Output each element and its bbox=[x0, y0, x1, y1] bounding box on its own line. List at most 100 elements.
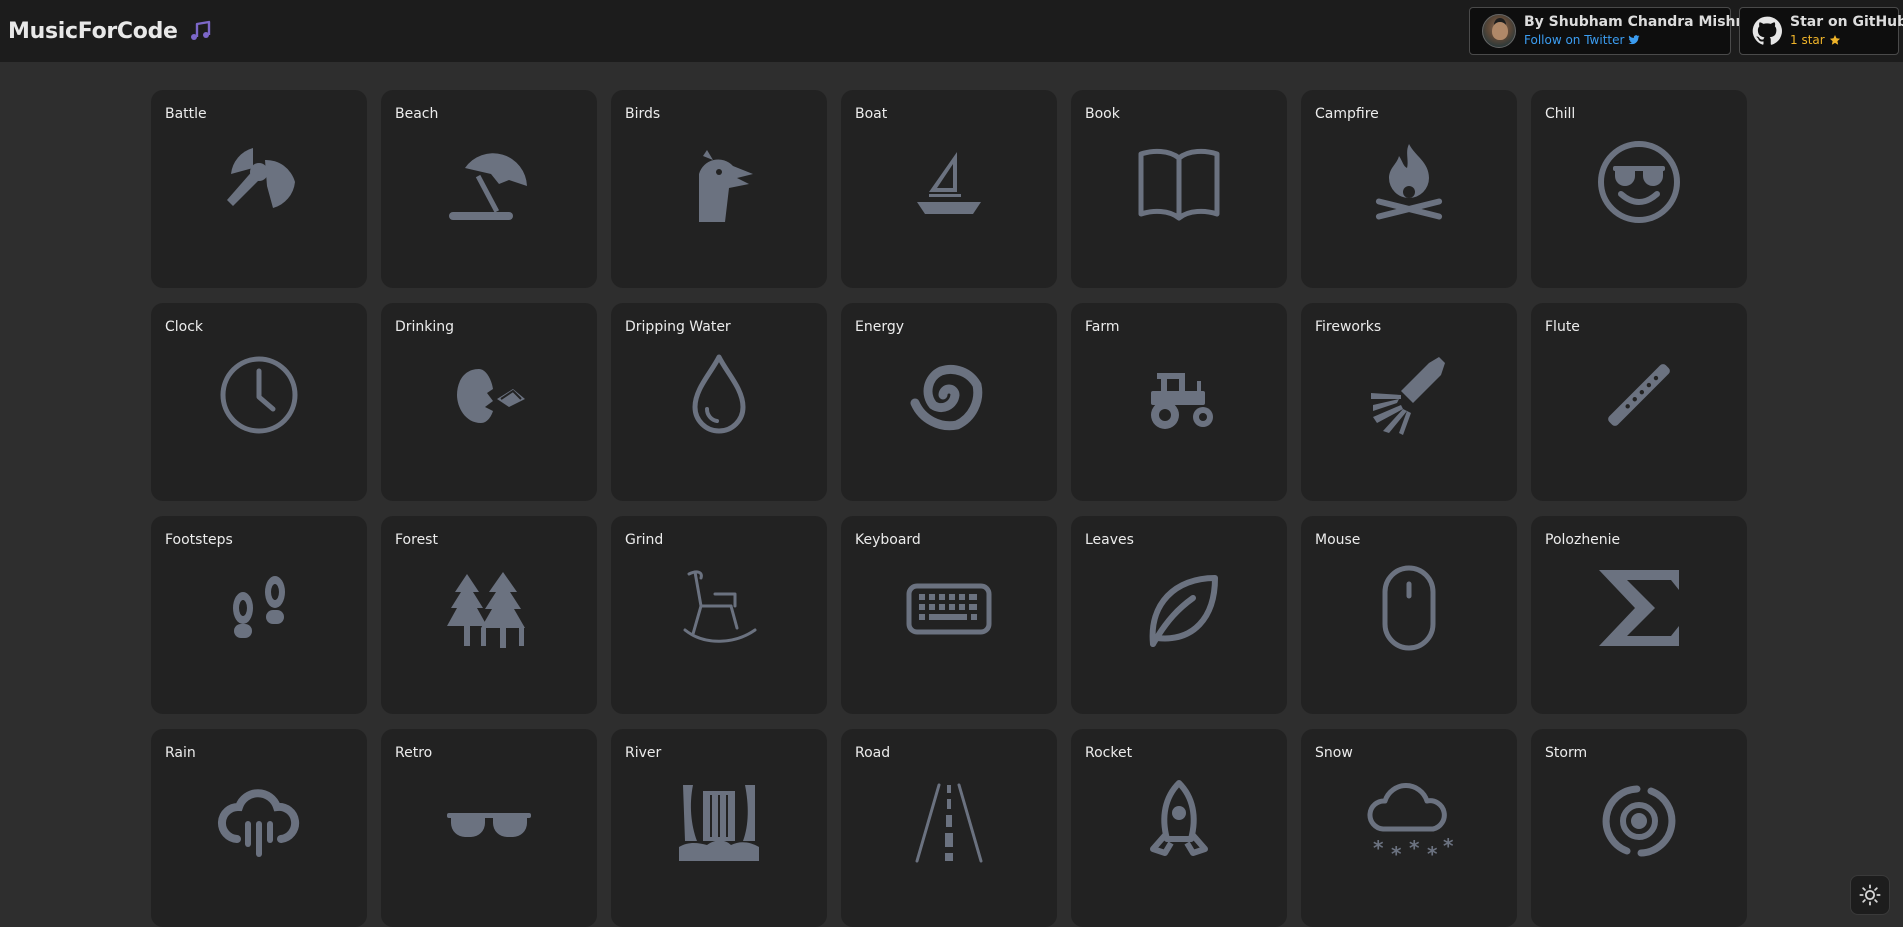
sound-card-chill[interactable]: Chill bbox=[1531, 90, 1747, 288]
sound-card-label: Boat bbox=[855, 106, 888, 122]
tractor-icon bbox=[1135, 351, 1223, 439]
sound-card-beach[interactable]: Beach bbox=[381, 90, 597, 288]
svg-text:*: * bbox=[1427, 842, 1438, 865]
sound-card-label: Birds bbox=[625, 106, 661, 122]
twitter-follow-label: Follow on Twitter bbox=[1524, 33, 1625, 48]
sound-card-mouse[interactable]: Mouse bbox=[1301, 516, 1517, 714]
sound-card-label: Storm bbox=[1545, 745, 1588, 761]
keyboard-icon bbox=[905, 564, 993, 652]
leaf-icon bbox=[1135, 564, 1223, 652]
sound-card-campfire[interactable]: Campfire bbox=[1301, 90, 1517, 288]
navbar: MusicForCode By Shubham Chandra Mishra F… bbox=[0, 0, 1903, 62]
clock-icon bbox=[215, 351, 303, 439]
svg-text:*: * bbox=[1391, 842, 1402, 865]
sound-card-label: Drinking bbox=[395, 319, 455, 335]
star-icon bbox=[1829, 35, 1840, 46]
sound-grid: Battle Beach Birds Boat Book Campfire Ch… bbox=[151, 90, 1747, 927]
storm-icon bbox=[1595, 777, 1683, 865]
sound-card-label: Polozhenie bbox=[1545, 532, 1621, 548]
header-links: By Shubham Chandra Mishra Follow on Twit… bbox=[1469, 7, 1903, 55]
sound-card-road[interactable]: Road bbox=[841, 729, 1057, 927]
star-count-label: 1 star bbox=[1790, 33, 1825, 48]
sound-card-label: Chill bbox=[1545, 106, 1576, 122]
forest-icon bbox=[445, 564, 533, 652]
rain-cloud-icon bbox=[215, 777, 303, 865]
sound-card-clock[interactable]: Clock bbox=[151, 303, 367, 501]
sound-card-label: Fireworks bbox=[1315, 319, 1382, 335]
sound-card-label: Forest bbox=[395, 532, 438, 548]
sound-card-farm[interactable]: Farm bbox=[1071, 303, 1287, 501]
sound-card-flute[interactable]: Flute bbox=[1531, 303, 1747, 501]
footsteps-icon bbox=[215, 564, 303, 652]
sound-card-snow[interactable]: Snow * * * * * bbox=[1301, 729, 1517, 927]
road-icon bbox=[905, 777, 993, 865]
sound-card-label: Rain bbox=[165, 745, 196, 761]
vortex-icon bbox=[905, 351, 993, 439]
retro-sunglasses-icon bbox=[445, 777, 533, 865]
sound-card-label: Mouse bbox=[1315, 532, 1361, 548]
rocking-chair-icon bbox=[675, 564, 763, 652]
rocket-icon bbox=[1135, 777, 1223, 865]
github-card[interactable]: Star on GitHub 1 star bbox=[1739, 7, 1903, 55]
beach-umbrella-icon bbox=[445, 138, 533, 226]
sound-card-grind[interactable]: Grind bbox=[611, 516, 827, 714]
sound-card-label: Energy bbox=[855, 319, 905, 335]
author-name: By Shubham Chandra Mishra bbox=[1524, 14, 1752, 31]
app-title: MusicForCode bbox=[8, 18, 178, 44]
sound-card-polozhenie[interactable]: Polozhenie bbox=[1531, 516, 1747, 714]
star-count: 1 star bbox=[1790, 32, 1903, 48]
sound-card-boat[interactable]: Boat bbox=[841, 90, 1057, 288]
sound-card-label: Grind bbox=[625, 532, 664, 548]
sailboat-icon bbox=[905, 138, 993, 226]
mouse-icon bbox=[1365, 564, 1453, 652]
sound-card-label: Rocket bbox=[1085, 745, 1133, 761]
sigma-icon bbox=[1595, 564, 1683, 652]
music-note-icon bbox=[188, 19, 212, 43]
theme-toggle-button[interactable] bbox=[1850, 875, 1890, 915]
snow-cloud-icon: * * * * * bbox=[1365, 777, 1454, 866]
flute-icon bbox=[1595, 351, 1683, 439]
twitter-follow-link[interactable]: Follow on Twitter bbox=[1524, 32, 1752, 48]
sound-card-label: Flute bbox=[1545, 319, 1580, 335]
github-star-title: Star on GitHub bbox=[1790, 14, 1903, 31]
sound-card-label: Retro bbox=[395, 745, 433, 761]
sound-card-birds[interactable]: Birds bbox=[611, 90, 827, 288]
sound-card-leaves[interactable]: Leaves bbox=[1071, 516, 1287, 714]
sound-card-river[interactable]: River bbox=[611, 729, 827, 927]
svg-text:*: * bbox=[1373, 836, 1384, 860]
book-icon bbox=[1135, 138, 1223, 226]
svg-text:*: * bbox=[1409, 836, 1420, 860]
sound-card-label: Keyboard bbox=[855, 532, 921, 548]
sun-icon bbox=[1859, 884, 1881, 906]
author-card[interactable]: By Shubham Chandra Mishra Follow on Twit… bbox=[1469, 7, 1752, 55]
sunglasses-smile-icon bbox=[1595, 138, 1683, 226]
sound-card-keyboard[interactable]: Keyboard bbox=[841, 516, 1057, 714]
sound-card-label: Clock bbox=[165, 319, 204, 335]
sound-card-rain[interactable]: Rain bbox=[151, 729, 367, 927]
github-icon bbox=[1752, 16, 1782, 45]
bird-icon bbox=[675, 138, 763, 226]
sound-card-retro[interactable]: Retro bbox=[381, 729, 597, 927]
sound-card-rocket[interactable]: Rocket bbox=[1071, 729, 1287, 927]
sound-card-forest[interactable]: Forest bbox=[381, 516, 597, 714]
sound-card-book[interactable]: Book bbox=[1071, 90, 1287, 288]
sound-card-footsteps[interactable]: Footsteps bbox=[151, 516, 367, 714]
sound-card-fireworks[interactable]: Fireworks bbox=[1301, 303, 1517, 501]
sound-card-label: River bbox=[625, 745, 662, 761]
sound-card-energy[interactable]: Energy bbox=[841, 303, 1057, 501]
sound-card-label: Battle bbox=[165, 106, 207, 122]
sound-card-drinking[interactable]: Drinking bbox=[381, 303, 597, 501]
sound-card-label: Dripping Water bbox=[625, 319, 731, 335]
sound-card-label: Footsteps bbox=[165, 532, 233, 548]
svg-text:*: * bbox=[1443, 834, 1453, 858]
sound-card-battle[interactable]: Battle bbox=[151, 90, 367, 288]
sound-card-dripping-water[interactable]: Dripping Water bbox=[611, 303, 827, 501]
water-drop-icon bbox=[675, 351, 763, 439]
sound-card-storm[interactable]: Storm bbox=[1531, 729, 1747, 927]
avatar bbox=[1482, 14, 1516, 48]
sound-card-label: Farm bbox=[1085, 319, 1120, 335]
brand[interactable]: MusicForCode bbox=[8, 19, 212, 44]
sound-card-label: Campfire bbox=[1315, 106, 1379, 122]
twitter-icon bbox=[1628, 35, 1640, 45]
drinking-icon bbox=[445, 351, 533, 439]
